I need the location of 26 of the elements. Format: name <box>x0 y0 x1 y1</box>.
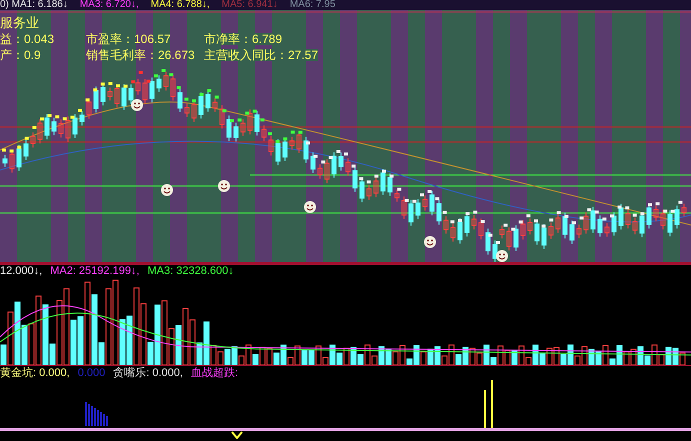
smiley-icon <box>424 236 436 248</box>
volume-legend-label: MA2: 25192.199↓, <box>50 266 140 276</box>
ma-legend-label: MA6: 7.95 <box>290 0 336 10</box>
stock-info-text: 市盈率：106.57 <box>86 33 172 45</box>
ma-legend-label: MA5: 6.941↓ <box>222 0 278 10</box>
ma-legend-label: MA4: 6.788↓, <box>150 0 210 10</box>
volume-legend-label: MA3: 32328.600↓ <box>148 266 234 276</box>
indicator-legend-label: 贪嘴乐: 0.000, <box>113 368 183 378</box>
stock-info-text: 销售毛利率：26.673 <box>86 49 196 61</box>
indicator-legend-label: 血战超跌: <box>190 368 238 378</box>
smiley-icon <box>131 99 143 111</box>
signal-bars-drawing <box>484 380 494 428</box>
ma-legend-label: 0) MA1: 6.186↓ <box>0 0 68 10</box>
stock-info-text: 主营收入同比：27.57 <box>204 49 318 61</box>
volume-legend-label: 12.000↓, <box>0 266 42 276</box>
indicator-legend-label: 黄金坑: 0.000, <box>0 368 70 378</box>
stock-info-text: 产：0.9 <box>0 49 42 61</box>
stock-info-text: 益：0.043 <box>0 33 56 45</box>
indicator-legend-label: 0.000 <box>78 368 106 378</box>
stock-info-text: 市净率：6.789 <box>204 33 282 45</box>
ma-legend-label: MA3: 6.720↓, <box>80 0 139 10</box>
smiley-icon <box>218 180 230 192</box>
smiley-icon <box>304 201 316 213</box>
smiley-icon <box>161 184 173 196</box>
smiley-icon <box>496 250 508 262</box>
sector-label: 服务业 <box>0 16 39 29</box>
